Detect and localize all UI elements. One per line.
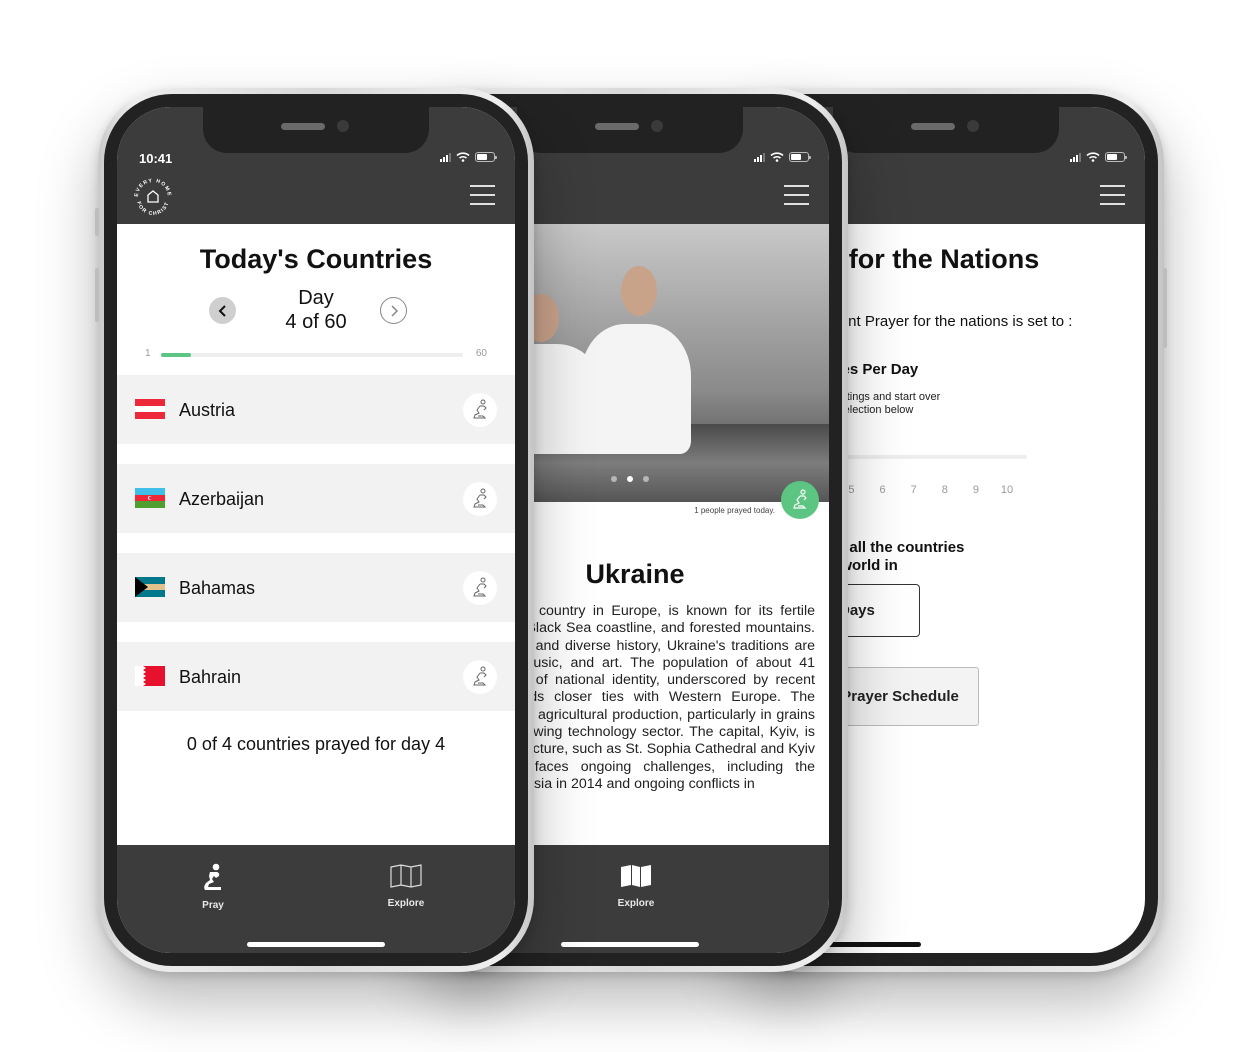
svg-text:FOR CHRIST: FOR CHRIST xyxy=(135,201,170,217)
country-list: Austria Azerbaijan Bahamas Bahrain xyxy=(117,375,515,731)
pray-for-country-button[interactable] xyxy=(781,481,819,519)
map-icon xyxy=(390,864,422,888)
progress-fill xyxy=(161,353,192,357)
front-camera xyxy=(651,120,663,132)
flag-austria-icon xyxy=(135,399,165,419)
speaker xyxy=(595,123,639,130)
progress-min-label: 1 xyxy=(145,348,151,359)
menu-button[interactable] xyxy=(1100,185,1125,205)
slider-tick-label: 6 xyxy=(879,484,886,496)
every-home-for-christ-logo[interactable]: EVERY HOME FOR CHRIST xyxy=(131,175,175,219)
slider-tick-label: 7 xyxy=(910,484,917,496)
country-row-austria[interactable]: Austria xyxy=(117,375,515,444)
country-name: Bahamas xyxy=(179,578,256,598)
praying-person-icon xyxy=(473,399,487,419)
praying-person-icon xyxy=(793,489,807,509)
photo-person xyxy=(581,324,691,454)
flag-bahrain-icon xyxy=(135,666,165,686)
cellular-signal-icon xyxy=(440,152,451,162)
speaker xyxy=(911,123,955,130)
slider-tick-label: 9 xyxy=(972,484,979,496)
tab-bar: Pray Explore xyxy=(117,845,515,953)
tab-explore[interactable]: Explore xyxy=(596,863,676,909)
country-row-bahrain[interactable]: Bahrain xyxy=(117,642,515,711)
slider-tick-label: 10 xyxy=(1000,484,1014,496)
wifi-icon xyxy=(456,152,470,162)
chevron-right-icon xyxy=(390,304,398,317)
status-icons xyxy=(1070,152,1127,162)
slider-tick-label: 5 xyxy=(848,484,855,496)
pray-button[interactable] xyxy=(463,660,497,694)
cellular-signal-icon xyxy=(754,152,765,162)
day-label: Day xyxy=(298,287,334,309)
tab-label: Explore xyxy=(617,898,655,909)
notch xyxy=(517,107,743,153)
page-title: Today's Countries xyxy=(199,244,433,274)
tab-label: Pray xyxy=(202,900,224,911)
wifi-icon xyxy=(1086,152,1100,162)
praying-person-icon xyxy=(473,577,487,597)
volume-up-button xyxy=(95,268,99,322)
front-camera xyxy=(337,120,349,132)
status-icons xyxy=(754,152,811,162)
today-countries-content: Today's Countries Day 4 of 60 1 60 Austr… xyxy=(117,224,515,845)
flag-azerbaijan-icon xyxy=(135,488,165,508)
country-name: Azerbaijan xyxy=(179,489,265,509)
carousel-dots xyxy=(611,476,649,482)
screen: 10:41 EVERY HOME FOR CHRIST Today's Coun… xyxy=(117,107,515,953)
pray-button[interactable] xyxy=(463,482,497,516)
cellular-signal-icon xyxy=(1070,152,1081,162)
progress-track xyxy=(161,353,463,357)
tab-explore[interactable]: Explore xyxy=(366,863,446,909)
day-value: 4 of 60 xyxy=(285,311,347,333)
country-name: Bahrain xyxy=(179,667,242,687)
mute-switch xyxy=(95,208,99,236)
carousel-dot[interactable] xyxy=(611,476,617,482)
day-navigator: Day 4 of 60 xyxy=(117,286,515,336)
carousel-dot[interactable] xyxy=(643,476,649,482)
home-indicator[interactable] xyxy=(247,942,385,947)
prayed-summary: 0 of 4 countries prayed for day 4 xyxy=(186,734,446,754)
svg-text:EVERY HOME: EVERY HOME xyxy=(134,178,172,197)
tab-label: Explore xyxy=(387,898,425,909)
home-indicator[interactable] xyxy=(561,942,699,947)
tab-pray[interactable]: Pray xyxy=(173,863,253,911)
menu-button[interactable] xyxy=(784,185,809,205)
praying-person-icon xyxy=(204,863,221,890)
battery-icon xyxy=(475,152,497,162)
progress-max-label: 60 xyxy=(475,348,487,359)
day-progress: 1 60 xyxy=(117,348,515,362)
flag-bahamas-icon xyxy=(135,577,165,597)
status-icons xyxy=(440,152,497,162)
prayed-today-count: 1 people prayed today. xyxy=(694,506,775,515)
carousel-dot-active[interactable] xyxy=(627,476,633,482)
country-row-azerbaijan[interactable]: Azerbaijan xyxy=(117,464,515,533)
slider-tick-label: 8 xyxy=(941,484,948,496)
map-icon xyxy=(621,865,651,887)
country-row-bahamas[interactable]: Bahamas xyxy=(117,553,515,622)
country-name: Austria xyxy=(179,400,236,420)
power-button xyxy=(1163,268,1167,348)
menu-button[interactable] xyxy=(470,185,495,205)
battery-icon xyxy=(1105,152,1127,162)
pray-button[interactable] xyxy=(463,393,497,427)
next-day-button[interactable] xyxy=(380,297,407,324)
speaker xyxy=(281,123,325,130)
front-camera xyxy=(967,120,979,132)
wifi-icon xyxy=(770,152,784,162)
praying-person-icon xyxy=(473,488,487,508)
status-time: 10:41 xyxy=(139,151,173,166)
notch xyxy=(833,107,1059,153)
battery-icon xyxy=(789,152,811,162)
praying-person-icon xyxy=(473,666,487,686)
notch xyxy=(203,107,429,153)
photo-person-head xyxy=(621,266,657,316)
day-indicator: Day 4 of 60 xyxy=(117,286,515,334)
phone-today-countries: 10:41 EVERY HOME FOR CHRIST Today's Coun… xyxy=(95,88,534,972)
pray-button[interactable] xyxy=(463,571,497,605)
